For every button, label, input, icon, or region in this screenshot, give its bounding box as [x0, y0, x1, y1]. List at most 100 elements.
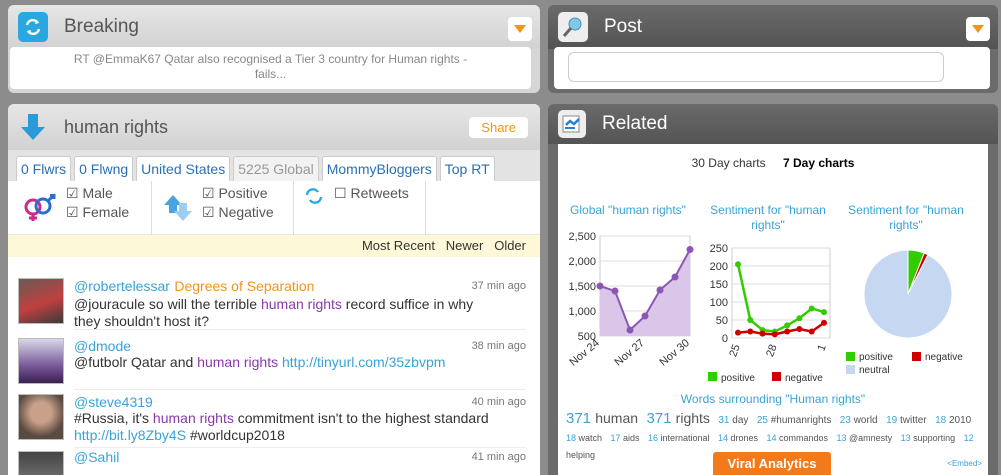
x-tick-label: 1	[815, 343, 828, 353]
newer-link[interactable]: Newer	[446, 238, 484, 253]
data-point	[596, 282, 604, 290]
tweet-extra[interactable]: Degrees of Separation	[174, 278, 314, 294]
x-tick-label: 25	[727, 343, 742, 359]
word-count: 31	[718, 415, 733, 426]
y-tick-label: 150	[710, 279, 728, 291]
words-title: Words surrounding "Human rights"	[680, 392, 866, 406]
tweet-user[interactable]: @Sahil	[74, 449, 526, 465]
stream-panel: human rights Share 0 Flwrs 0 Flwng Unite…	[8, 104, 540, 475]
tweet-link[interactable]: http://bit.ly8Zby4S	[74, 427, 186, 443]
breaking-message[interactable]: RT @EmmaK67 Qatar also recognised a Tier…	[10, 47, 531, 89]
word-count: 14	[766, 433, 779, 443]
word-term[interactable]: aids	[623, 433, 640, 443]
data-point-positive	[735, 261, 741, 268]
retweets-checkbox[interactable]: ☐	[334, 185, 347, 201]
avatar[interactable]	[18, 278, 64, 324]
word-term[interactable]: helping	[566, 450, 595, 460]
data-point-negative	[735, 329, 741, 336]
stream-title: human rights	[64, 116, 169, 137]
global-volume-chart: 5001,0001,5002,0002,500Nov 24 Nov 27 Nov 3…	[568, 231, 694, 369]
y-tick-label: 2,500	[568, 231, 596, 243]
legend-label-neutral: neutral	[859, 365, 890, 376]
positive-checkbox[interactable]: ☑	[202, 185, 215, 201]
tab-following[interactable]: 0 Flwng	[74, 156, 134, 181]
post-dropdown-button[interactable]	[966, 17, 990, 41]
chevron-down-icon	[514, 25, 526, 33]
tab-top-rt[interactable]: Top RT	[439, 156, 495, 181]
sentiment-pie-chart: positive negative neutral	[846, 249, 963, 376]
word-term[interactable]: rights	[676, 410, 710, 426]
keyword-highlight: human rights	[197, 354, 279, 370]
word-count: 25	[756, 415, 771, 426]
retweet-icon	[304, 187, 324, 208]
word-term[interactable]: #humanrights	[771, 415, 832, 426]
word-term[interactable]: world	[854, 415, 878, 426]
chart-title-line1: Sentiment for "human	[848, 203, 964, 217]
tweet-hashtag: #worldcup2018	[186, 427, 285, 443]
negative-label: Negative	[218, 204, 274, 220]
word-term[interactable]: supporting	[913, 433, 955, 443]
avatar[interactable]	[18, 338, 64, 384]
word-count: 18	[566, 433, 579, 443]
older-link[interactable]: Older	[494, 238, 526, 253]
embed-link[interactable]: <Embed>	[947, 459, 982, 468]
breaking-header: Breaking	[8, 5, 540, 49]
tweet-text-continued: commitment isn't to the highest standard	[233, 410, 489, 426]
x-tick-label: 28	[764, 343, 779, 359]
related-title: Related	[602, 113, 668, 134]
tab-followers[interactable]: 0 Flwrs	[16, 156, 72, 181]
word-count: 12	[963, 433, 974, 443]
word-count: 13	[900, 433, 914, 443]
data-point-positive	[747, 317, 754, 323]
tweet-row: @Sahil 41 min ago	[74, 449, 526, 475]
breaking-dropdown-button[interactable]	[508, 17, 532, 41]
stream-tabs: 0 Flwrs 0 Flwng United States 5225 Globa…	[8, 150, 540, 181]
word-count: 13	[836, 433, 849, 443]
word-term[interactable]: twitter	[900, 415, 927, 426]
tab-united-states[interactable]: United States	[136, 156, 231, 181]
tab-global[interactable]: 5225 Global	[233, 156, 319, 181]
share-button[interactable]: Share	[469, 117, 528, 138]
word-term[interactable]: human	[595, 410, 638, 426]
data-point	[656, 286, 664, 294]
tweet-text-line2: they shouldn't host it?	[74, 313, 209, 329]
avatar[interactable]	[18, 394, 64, 440]
word-count: 23	[839, 415, 854, 426]
word-term[interactable]: drones	[731, 433, 759, 443]
word-term[interactable]: international	[660, 433, 709, 443]
tweet-user[interactable]: @robertelessar	[74, 278, 170, 294]
word-count: 14	[717, 433, 731, 443]
word-term[interactable]: @amnesty	[849, 433, 892, 443]
legend-label-negative: negative	[785, 373, 823, 384]
avatar[interactable]	[18, 451, 64, 475]
word-term[interactable]: 2010	[949, 415, 971, 426]
data-point-positive	[821, 309, 827, 316]
y-tick-label: 1,000	[568, 306, 596, 318]
word-term[interactable]: commandos	[779, 433, 828, 443]
tweet-row: @steve4319 40 min ago #Russia, it's huma…	[74, 394, 526, 448]
microphone-icon	[558, 12, 588, 42]
viral-analytics-button[interactable]: Viral Analytics	[713, 452, 831, 475]
most-recent-link[interactable]: Most Recent	[362, 238, 435, 253]
breaking-panel: Breaking RT @EmmaK67 Qatar also recognis…	[8, 5, 540, 93]
data-point-positive	[784, 322, 791, 329]
tweet-user[interactable]: @steve4319	[74, 394, 526, 410]
data-point-negative	[808, 328, 815, 335]
tweet-link[interactable]: http://tinyurl.com/35zbvpm	[282, 354, 445, 370]
positive-label: Positive	[218, 185, 268, 201]
tab-7-day-charts[interactable]: 7 Day charts	[783, 156, 854, 170]
tab-mommybloggers[interactable]: MommyBloggers	[321, 156, 437, 181]
tab-30-day-charts[interactable]: 30 Day charts	[692, 156, 766, 170]
word-count: 19	[886, 415, 900, 426]
stream-header: human rights Share	[8, 104, 540, 150]
male-checkbox[interactable]: ☑	[66, 185, 79, 201]
word-term[interactable]: day	[732, 415, 748, 426]
post-input[interactable]	[568, 52, 944, 82]
negative-checkbox[interactable]: ☑	[202, 204, 215, 220]
word-term[interactable]: watch	[579, 433, 603, 443]
tweet-text: #Russia, it's	[74, 410, 153, 426]
tweet-user[interactable]: @dmode	[74, 338, 526, 354]
female-checkbox[interactable]: ☑	[66, 204, 79, 220]
related-panel: Related 30 Day charts 7 Day charts Globa…	[548, 104, 998, 475]
x-tick-label: Nov 30	[658, 337, 692, 369]
